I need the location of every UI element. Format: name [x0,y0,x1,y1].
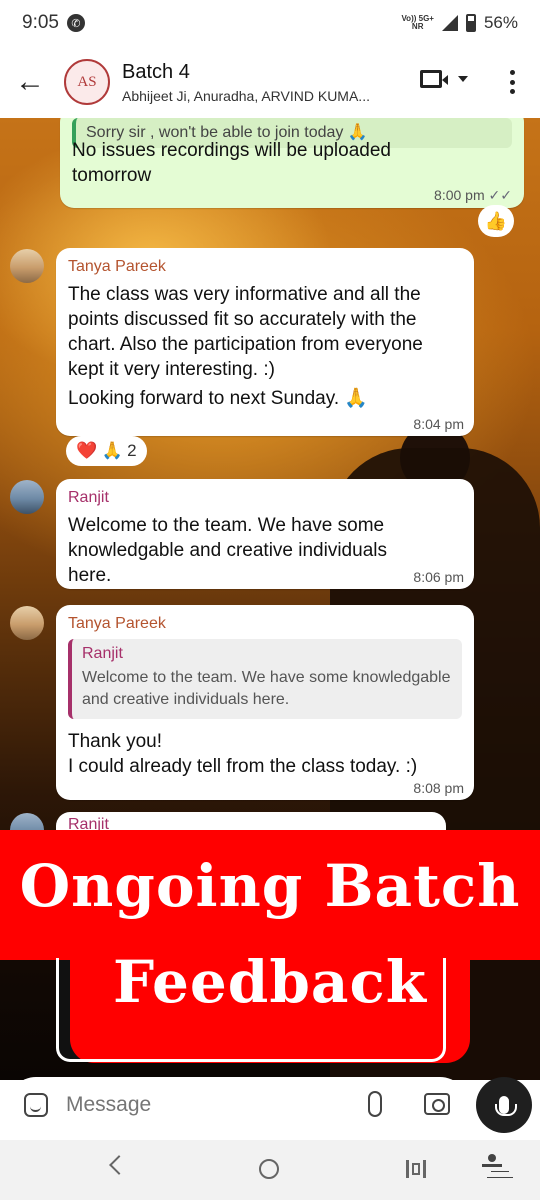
message-composer [0,1077,540,1140]
message-timestamp: 8:04 pm [413,416,464,432]
reaction-badge[interactable]: ❤️ 🙏 2 [66,436,147,466]
sender-name-partial: Ranjit [68,816,109,830]
microphone-icon [495,1096,517,1116]
camera-icon[interactable] [424,1093,450,1115]
message-text: No issues recordings will be uploaded to… [72,140,391,186]
promo-title-line1: Ongoing Batch [19,852,521,920]
group-info[interactable]: Batch 4 Abhijeet Ji, Anuradha, ARVIND KU… [122,61,412,104]
double-check-icon: ✓✓ [488,187,512,203]
back-button[interactable]: ← [0,46,60,118]
network-indicator: Vo)) 5G+ NR [401,15,434,31]
message-timestamp: 8:00 pm [434,187,485,203]
battery-percent: 56% [483,13,518,32]
message-bubble-incoming[interactable]: Tanya Pareek The class was very informat… [56,248,474,436]
heart-pray-reaction-icon: ❤️ 🙏 [76,441,124,460]
whatsapp-notification-icon: ✆ [66,14,85,32]
avatar[interactable] [10,249,44,283]
paperclip-icon[interactable] [368,1091,382,1117]
message-bubble-top: Ranjit [56,812,446,830]
network-sub: NR [411,22,424,31]
message-input-container[interactable] [8,1077,468,1133]
arrow-left-icon: ← [15,65,45,98]
message-timestamp: 8:06 pm [413,569,464,585]
signal-icon [441,15,458,31]
menu-dot-icon [509,89,515,94]
voice-message-button[interactable] [476,1077,532,1133]
reaction-count: 2 [127,441,137,460]
avatar[interactable] [10,606,44,640]
message-input[interactable] [66,1093,346,1117]
message-text: Welcome to the team. We have some knowle… [68,515,387,586]
message-text-line: Looking forward to next Sunday. 🙏 [68,388,369,409]
sender-name[interactable]: Ranjit [68,489,462,507]
battery-icon [465,14,476,32]
sticker-icon[interactable] [24,1093,48,1117]
nav-back-icon[interactable] [109,1155,129,1175]
message-text-line: I could already tell from the class toda… [68,756,418,777]
group-members: Abhijeet Ji, Anuradha, ARVIND KUMA... [122,87,370,104]
group-avatar-initials: AS [77,73,97,90]
message-timestamp: 8:08 pm [413,780,464,796]
video-call-button[interactable] [420,70,468,88]
quoted-sender: Ranjit [82,645,123,662]
sender-name[interactable]: Tanya Pareek [68,615,462,633]
avatar[interactable] [10,480,44,514]
chat-header: ← AS Batch 4 Abhijeet Ji, Anuradha, ARVI… [0,46,540,118]
overflow-menu-button[interactable] [500,68,524,96]
status-indicators: Vo)) 5G+ NR 56% [401,13,518,33]
nav-home-icon[interactable] [259,1159,279,1179]
nav-recents-icon[interactable] [406,1160,426,1178]
group-name: Batch 4 [122,60,190,83]
promo-title-line2: Feedback [112,948,427,1016]
menu-dot-icon [509,79,515,85]
thumbs-up-icon: 👍 [484,210,508,231]
chat-area[interactable]: Sorry sir , won't be able to join today … [0,118,540,1080]
message-text: The class was very informative and all t… [68,284,423,380]
message-bubble-outgoing[interactable]: Sorry sir , won't be able to join today … [60,118,524,208]
status-bar: 9:05 ✆ Vo)) 5G+ NR 56% [0,0,540,46]
reaction-badge[interactable]: 👍 [478,205,514,237]
system-nav-bar [0,1140,540,1200]
message-bubble-incoming[interactable]: Tanya Pareek Ranjit Welcome to the team.… [56,605,474,800]
quoted-message[interactable]: Ranjit Welcome to the team. We have some… [68,639,462,719]
group-avatar[interactable]: AS [64,59,110,105]
quoted-text: Welcome to the team. We have some knowle… [82,669,451,708]
status-time: 9:05 [22,12,59,33]
chevron-down-icon [458,76,468,82]
menu-dot-icon [509,70,515,75]
message-bubble-incoming[interactable]: Ranjit Welcome to the team. We have some… [56,479,474,589]
video-camera-icon [420,70,442,88]
message-text: Thank you! [68,731,162,752]
message-time: 8:00 pm ✓✓ [434,187,512,204]
accessibility-icon[interactable] [480,1154,504,1184]
sender-name[interactable]: Tanya Pareek [68,258,462,276]
